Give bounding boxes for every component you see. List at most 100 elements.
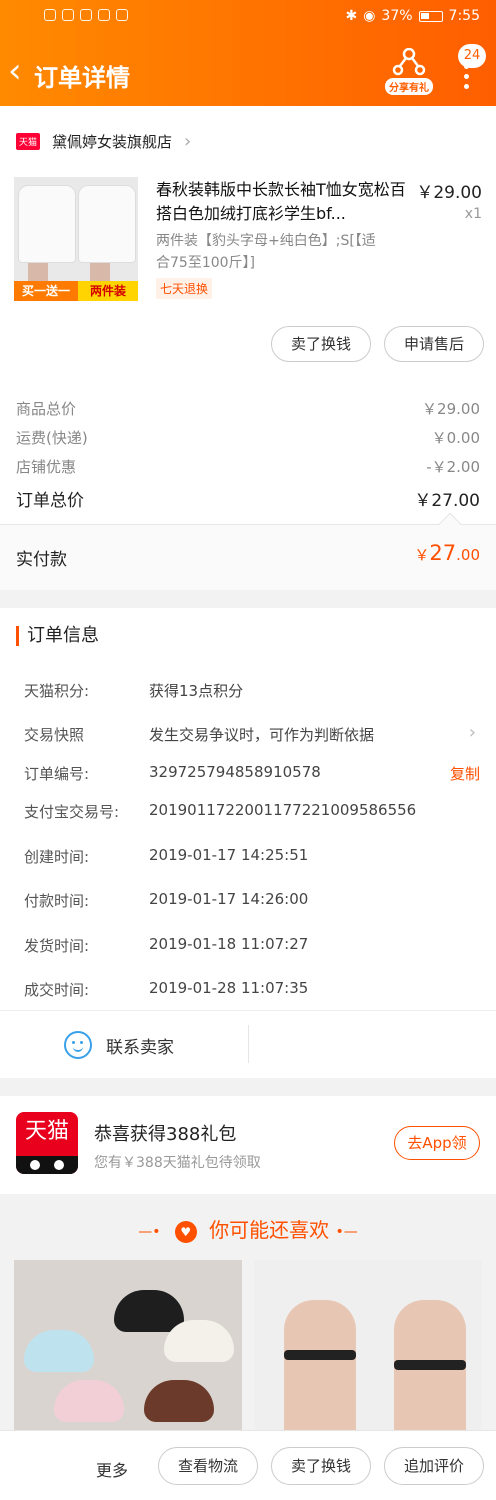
info-value: 2019011722001177221009586556: [149, 801, 417, 819]
status-icons-right: ✱ ◉ 37% 7:55: [345, 8, 480, 24]
eye-icon: [80, 9, 92, 21]
recommend-title: 你可能还喜欢: [209, 1218, 330, 1242]
product-photo-shape: [78, 185, 136, 263]
order-info-card: 订单信息 天猫积分: 获得13点积分 交易快照 发生交易争议时，可作为判断依据 …: [0, 608, 496, 1078]
contact-seller-label: 联系卖家: [106, 1037, 174, 1058]
status-icons-left: [44, 9, 128, 21]
resell-button[interactable]: 卖了换钱: [271, 326, 371, 362]
product-photo-shape: [394, 1300, 466, 1440]
gift-pack-card[interactable]: 天猫 恭喜获得388礼包 您有￥388天猫礼包待领取 去App领: [0, 1096, 496, 1194]
order-info-title: 订单信息: [16, 626, 99, 646]
nav-bar: ‹ 订单详情 分享有礼: [0, 44, 496, 102]
fee-value: ￥0.00: [431, 429, 480, 447]
share-label: 分享有礼: [385, 78, 433, 95]
info-label: 成交时间:: [24, 981, 90, 999]
product-price: ￥29.00: [416, 183, 482, 203]
product-sku: 两件装【豹头字母+纯白色】;S[【适合75至100斤】]: [156, 233, 376, 271]
return-policy-tag: 七天退换: [156, 278, 213, 299]
recommend-header: —• ♥ 你可能还喜欢 •—: [0, 1214, 496, 1243]
product-photo-shape: [114, 1290, 184, 1332]
share-icon: [392, 48, 426, 76]
view-logistics-button[interactable]: 查看物流: [158, 1447, 258, 1485]
fee-label: 商品总价: [16, 400, 77, 418]
info-value: 获得13点积分: [149, 682, 244, 700]
message-count-badge[interactable]: 24: [458, 44, 486, 68]
battery-percent: 37%: [381, 8, 413, 24]
battery-icon: [418, 10, 443, 22]
paid-decimal: .00: [456, 546, 480, 564]
product-photo-shape: [394, 1360, 466, 1370]
promo-right: 两件装: [78, 281, 138, 301]
store-name: 黛佩婷女装旗舰店: [52, 132, 173, 151]
info-value: 2019-01-17 14:26:00: [149, 890, 309, 908]
share-button[interactable]: 分享有礼: [384, 48, 434, 98]
paid-label: 实付款: [16, 550, 67, 570]
clock: 7:55: [448, 8, 480, 24]
info-value: 329725794858910578: [149, 763, 321, 781]
paid-value: ￥27.00: [414, 541, 480, 565]
chevron-right-icon: ›: [468, 722, 476, 743]
bluetooth-icon: ✱: [345, 8, 358, 24]
recommend-item-shoes[interactable]: [14, 1260, 242, 1440]
info-label: 交易快照: [24, 726, 85, 744]
product-photo-shape: [54, 1380, 124, 1422]
gift-title: 恭喜获得388礼包: [94, 1124, 237, 1145]
info-label: 发货时间:: [24, 937, 90, 955]
product-photo-shape: [284, 1300, 356, 1440]
back-arrow-icon[interactable]: ‹: [8, 54, 22, 88]
info-value: 2019-01-18 11:07:27: [149, 935, 309, 953]
product-image[interactable]: 买一送一 两件装: [14, 177, 138, 301]
divider: [248, 1025, 249, 1063]
contact-seller-button[interactable]: 联系卖家: [64, 1031, 174, 1059]
more-menu-button[interactable]: [462, 64, 470, 92]
info-value: 发生交易争议时，可作为判断依据: [149, 726, 375, 744]
location-icon: ◉: [363, 8, 376, 24]
wifi-icon: [62, 9, 74, 21]
info-value: 2019-01-17 14:25:51: [149, 846, 309, 864]
order-total-label: 订单总价: [16, 491, 84, 511]
recommend-item-bracelet[interactable]: [254, 1260, 482, 1440]
fee-label: 店铺优惠: [16, 458, 77, 476]
app-notification-icon: [116, 9, 128, 21]
product-photo-shape: [18, 185, 76, 263]
paid-amount-row: 实付款 ￥27.00: [0, 525, 496, 590]
tmall-badge: 天猫: [16, 132, 41, 150]
fee-label: 运费(快递): [16, 429, 88, 447]
order-total-value: ￥27.00: [414, 491, 480, 511]
product-quantity: x1: [464, 206, 482, 222]
product-photo-shape: [24, 1330, 94, 1372]
more-actions-link[interactable]: 更多: [96, 1457, 128, 1481]
signal-icon: [44, 9, 56, 21]
copy-button[interactable]: 复制: [450, 763, 480, 784]
product-title[interactable]: 春秋装韩版中长款长袖T恤女宽松百搭白色加绒打底衫学生bf...: [156, 178, 406, 226]
after-sale-button[interactable]: 申请售后: [384, 326, 484, 362]
claim-in-app-button[interactable]: 去App领: [394, 1126, 480, 1160]
tmall-logo-text: 天猫: [24, 1119, 69, 1144]
info-label: 天猫积分:: [24, 682, 90, 700]
paid-currency: ￥: [414, 546, 430, 564]
product-photo-shape: [144, 1380, 214, 1422]
bottom-action-bar: 更多 查看物流 卖了换钱 追加评价: [0, 1430, 496, 1500]
chat-smile-icon: [64, 1031, 92, 1059]
alarm-icon: [98, 9, 110, 21]
chevron-right-icon: ›: [184, 130, 192, 152]
gift-subtitle: 您有￥388天猫礼包待领取: [94, 1155, 261, 1171]
resell-button-bottom[interactable]: 卖了换钱: [271, 1447, 371, 1485]
add-review-button[interactable]: 追加评价: [384, 1447, 484, 1485]
dash-left-decoration: —•: [138, 1223, 161, 1240]
info-label: 订单编号:: [24, 765, 90, 783]
tmall-logo: 天猫: [16, 1112, 78, 1174]
dot-icon: [463, 74, 469, 79]
product-photo-shape: [164, 1320, 234, 1362]
status-bar: ✱ ◉ 37% 7:55: [0, 6, 496, 32]
store-row[interactable]: 天猫 黛佩婷女装旗舰店 ›: [16, 128, 191, 154]
promo-left: 买一送一: [14, 281, 78, 301]
dash-right-decoration: •—: [335, 1223, 358, 1240]
dot-icon: [463, 84, 469, 89]
order-card: 天猫 黛佩婷女装旗舰店 › 买一送一 两件装 春秋装韩版中长款长袖T恤女宽松百搭…: [0, 106, 496, 590]
fee-value: -￥2.00: [426, 458, 480, 476]
promo-banner: 买一送一 两件装: [14, 281, 138, 301]
tmall-cat-face-icon: [16, 1156, 78, 1174]
page-title: 订单详情: [34, 64, 130, 92]
contact-bar: 联系卖家: [0, 1010, 496, 1078]
